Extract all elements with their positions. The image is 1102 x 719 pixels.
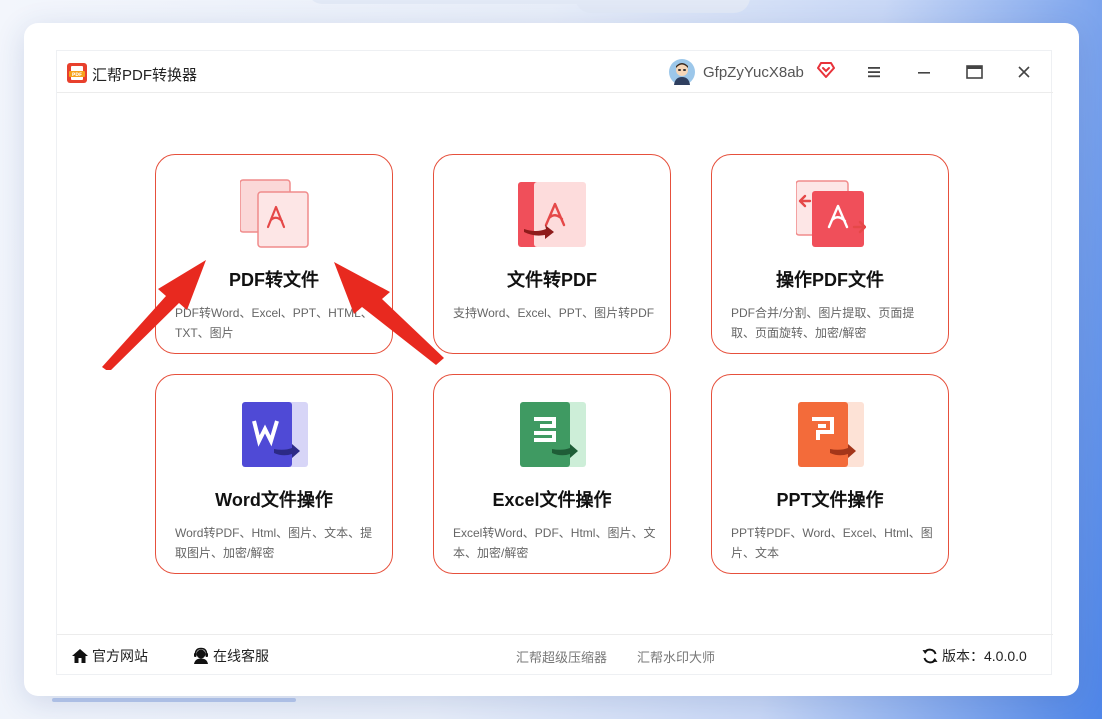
card-desc: PPT转PDF、Word、Excel、Html、图片、文本 [731, 526, 933, 560]
card-file-to-pdf[interactable]: 文件转PDF 支持Word、Excel、PPT、图片转PDF [433, 154, 671, 354]
official-site-link[interactable]: 官方网站 [71, 646, 148, 666]
footer: 官方网站 在线客服 汇帮超级压缩器 汇帮水印大师 版本：4.0.0.0 [57, 634, 1053, 676]
ppt-icon [798, 402, 864, 467]
pdf-to-file-icon [240, 179, 309, 248]
refresh-icon [922, 648, 938, 664]
card-desc: PDF合并/分割、图片提取、页面提取、页面旋转、加密/解密 [731, 306, 915, 340]
svg-text:PDF: PDF [72, 72, 82, 78]
card-title: Excel文件操作 [492, 490, 612, 510]
app-title: 汇帮PDF转换器 [92, 67, 198, 84]
card-operate-pdf[interactable]: 操作PDF文件 PDF合并/分割、图片提取、页面提取、页面旋转、加密/解密 [711, 154, 949, 354]
background-tab-1 [308, 0, 608, 4]
card-title: 文件转PDF [507, 270, 597, 290]
watermark-link[interactable]: 汇帮水印大师 [637, 647, 715, 666]
background-tab-2 [575, 0, 750, 13]
card-excel[interactable]: Excel文件操作 Excel转Word、PDF、Html、图片、文本、加密/解… [433, 374, 671, 574]
card-desc: Word转PDF、Html、图片、文本、提取图片、加密/解密 [175, 526, 373, 560]
file-to-pdf-icon [518, 182, 586, 247]
card-title: PPT文件操作 [776, 490, 884, 510]
card-desc: Excel转Word、PDF、Html、图片、文本、加密/解密 [453, 526, 656, 560]
title-bar: PDF 汇帮PDF转换器 GfpZyYucX8ab [57, 51, 1053, 93]
minimize-icon[interactable] [914, 62, 934, 82]
card-desc: PDF转Word、Excel、PPT、HTML、TXT、图片 [175, 306, 373, 340]
maximize-icon[interactable] [964, 62, 984, 82]
user-avatar[interactable] [669, 59, 695, 85]
online-service-link[interactable]: 在线客服 [192, 646, 269, 666]
background-scrollbar [52, 698, 296, 702]
card-title: PDF转文件 [229, 270, 319, 290]
app-window: PDF 汇帮PDF转换器 GfpZyYucX8ab PDF转文件 PDF转Wor… [56, 50, 1053, 676]
username[interactable]: GfpZyYucX8ab [703, 64, 804, 81]
close-icon[interactable] [1014, 62, 1034, 82]
version-label: 版本：4.0.0.0 [942, 648, 1027, 664]
card-title: Word文件操作 [215, 490, 333, 510]
card-pdf-to-file[interactable]: PDF转文件 PDF转Word、Excel、PPT、HTML、TXT、图片 [155, 154, 393, 354]
card-title: 操作PDF文件 [776, 270, 884, 290]
pdf-operate-icon [796, 180, 866, 247]
app-logo-icon: PDF [67, 63, 87, 83]
vip-diamond-icon[interactable] [817, 61, 835, 79]
compressor-link[interactable]: 汇帮超级压缩器 [516, 647, 607, 666]
card-word[interactable]: Word文件操作 Word转PDF、Html、图片、文本、提取图片、加密/解密 [155, 374, 393, 574]
menu-icon[interactable] [864, 62, 884, 82]
card-ppt[interactable]: PPT文件操作 PPT转PDF、Word、Excel、Html、图片、文本 [711, 374, 949, 574]
excel-icon [520, 402, 586, 467]
home-icon [72, 649, 88, 663]
customer-service-icon [194, 647, 208, 664]
version-info[interactable]: 版本：4.0.0.0 [921, 646, 1027, 666]
card-desc: 支持Word、Excel、PPT、图片转PDF [453, 306, 655, 320]
word-icon [242, 402, 308, 467]
official-site-label: 官方网站 [92, 648, 148, 664]
online-service-label: 在线客服 [213, 648, 269, 664]
